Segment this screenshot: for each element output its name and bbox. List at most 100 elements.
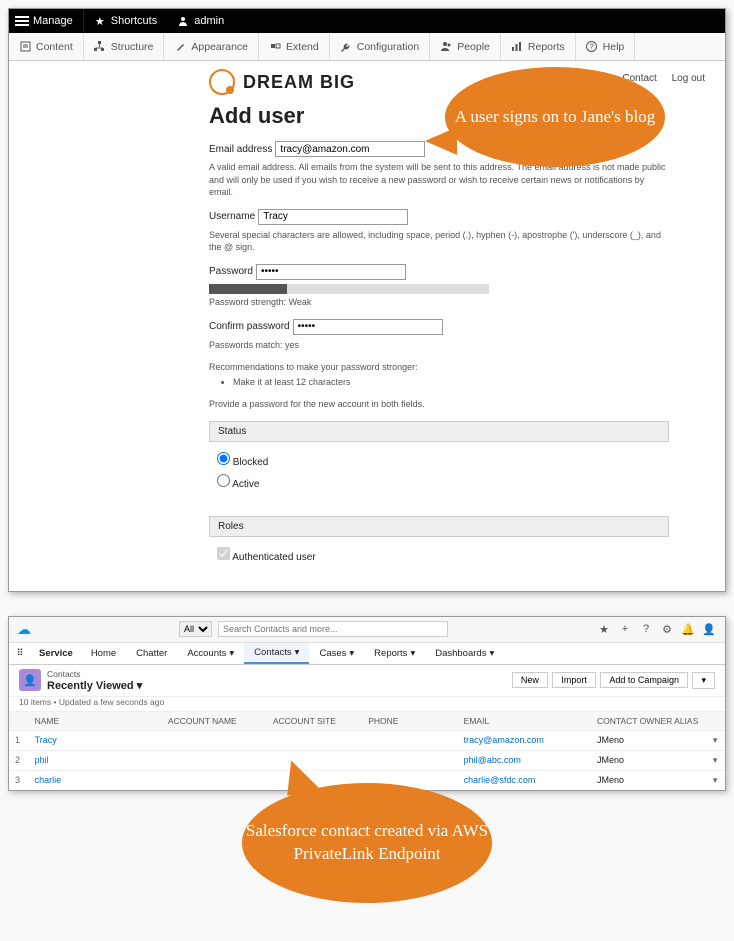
email-field[interactable]	[275, 141, 425, 157]
chevron-down-icon: ▾	[137, 680, 143, 692]
sf-top-bar: ☁ All ★ + ? ⚙ 🔔 👤	[9, 617, 725, 643]
nav-home[interactable]: Home	[81, 643, 126, 664]
config-icon	[340, 41, 352, 53]
object-label: Contacts	[47, 669, 142, 679]
structure-icon	[94, 41, 106, 53]
password-strength-bar	[209, 284, 489, 294]
list-actions: New Import Add to Campaign ▾	[510, 672, 715, 689]
star-icon: ★	[94, 15, 106, 27]
search-input[interactable]	[218, 621, 448, 637]
col-site[interactable]: ACCOUNT SITE	[267, 712, 362, 730]
manage-label: Manage	[33, 15, 73, 27]
table-header: NAME ACCOUNT NAME ACCOUNT SITE PHONE EMA…	[9, 711, 725, 730]
site-title: DREAM BIG	[243, 72, 355, 93]
chevron-down-icon: ▾	[410, 648, 415, 659]
list-meta: 10 items • Updated a few seconds ago	[9, 697, 725, 711]
username-help: Several special characters are allowed, …	[209, 229, 669, 254]
tab-appearance[interactable]: Appearance	[164, 33, 259, 60]
col-phone[interactable]: PHONE	[362, 712, 457, 730]
password-strength-text: Password strength: Weak	[209, 296, 669, 309]
nav-reports[interactable]: Reports▾	[364, 643, 425, 664]
contact-link[interactable]: Tracy	[29, 731, 162, 749]
gear-icon[interactable]: ⚙	[659, 623, 675, 636]
app-name: Service	[31, 648, 81, 659]
nav-contacts[interactable]: Contacts▾	[244, 643, 309, 664]
shortcuts-link[interactable]: ★ Shortcuts	[84, 9, 167, 33]
provide-text: Provide a password for the new account i…	[209, 398, 669, 411]
tab-content[interactable]: Content	[9, 33, 84, 60]
sf-search: All	[39, 621, 588, 637]
col-email[interactable]: EMAIL	[458, 712, 591, 730]
status-header: Status	[209, 421, 669, 442]
search-scope[interactable]: All	[179, 621, 212, 637]
nav-accounts[interactable]: Accounts▾	[177, 643, 244, 664]
drupal-admin-panel: Manage ★ Shortcuts admin Content Structu…	[8, 8, 726, 592]
more-button[interactable]: ▾	[692, 672, 715, 689]
nav-cases[interactable]: Cases▾	[309, 643, 364, 664]
role-auth-checkbox	[217, 547, 230, 560]
app-launcher-icon[interactable]: ⠿	[9, 648, 31, 659]
logo-icon	[209, 69, 235, 95]
manage-button[interactable]: Manage	[9, 9, 84, 33]
contact-link[interactable]: phil	[29, 751, 162, 769]
help-icon[interactable]: ?	[638, 623, 654, 636]
callout-bottom: Salesforce contact created via AWS Priva…	[242, 783, 492, 903]
password-row: Password	[209, 264, 669, 280]
new-button[interactable]: New	[512, 672, 548, 688]
avatar-icon[interactable]: 👤	[701, 623, 717, 636]
row-menu[interactable]: ▾	[705, 751, 725, 770]
email-link[interactable]: tracy@amazon.com	[458, 731, 591, 749]
email-link[interactable]: phil@abc.com	[458, 751, 591, 769]
callout-tail	[281, 756, 320, 795]
list-header: 👤 Contacts Recently Viewed ▾ New Import …	[9, 665, 725, 697]
logout-link[interactable]: Log out	[672, 73, 705, 84]
roles-body: Authenticated user	[209, 537, 669, 573]
user-link[interactable]: admin	[167, 9, 234, 33]
chevron-down-icon: ▾	[489, 648, 494, 659]
bell-icon[interactable]: 🔔	[680, 623, 696, 636]
callout-top: A user signs on to Jane's blog	[445, 67, 665, 167]
radio-blocked[interactable]	[217, 452, 230, 465]
chevron-down-icon: ▾	[349, 648, 354, 659]
contacts-tile-icon: 👤	[19, 669, 41, 691]
password-label: Password	[209, 266, 253, 277]
tab-structure[interactable]: Structure	[84, 33, 165, 60]
admin-toolbar: Manage ★ Shortcuts admin	[9, 9, 725, 33]
plus-icon[interactable]: +	[617, 623, 633, 636]
tab-extend[interactable]: Extend	[259, 33, 330, 60]
col-name[interactable]: NAME	[29, 712, 162, 730]
add-user-form: Add user Email address A valid email add…	[9, 97, 725, 591]
col-owner[interactable]: CONTACT OWNER ALIAS	[591, 712, 705, 730]
tab-reports[interactable]: Reports	[501, 33, 576, 60]
nav-chatter[interactable]: Chatter	[126, 643, 177, 664]
user-icon	[177, 15, 189, 27]
status-blocked[interactable]: Blocked	[217, 452, 661, 468]
import-button[interactable]: Import	[552, 672, 596, 688]
tab-people[interactable]: People	[430, 33, 501, 60]
password-field[interactable]	[256, 264, 406, 280]
list-view-name[interactable]: Recently Viewed ▾	[47, 679, 142, 692]
callout-tail	[425, 127, 457, 155]
email-label: Email address	[209, 144, 272, 155]
tab-help[interactable]: ?Help	[576, 33, 636, 60]
roles-header: Roles	[209, 516, 669, 537]
extend-icon	[269, 41, 281, 53]
radio-active[interactable]	[217, 474, 230, 487]
contact-link[interactable]: charlie	[29, 771, 162, 789]
row-menu[interactable]: ▾	[705, 731, 725, 750]
status-active[interactable]: Active	[217, 474, 661, 490]
favorite-icon[interactable]: ★	[596, 623, 612, 636]
table-row: 1 Tracy tracy@amazon.com JMeno ▾	[9, 730, 725, 750]
table-row: 2 phil phil@abc.com JMeno ▾	[9, 750, 725, 770]
username-field[interactable]	[258, 209, 408, 225]
add-to-campaign-button[interactable]: Add to Campaign	[600, 672, 688, 688]
tab-configuration[interactable]: Configuration	[330, 33, 430, 60]
col-account[interactable]: ACCOUNT NAME	[162, 712, 267, 730]
nav-dashboards[interactable]: Dashboards▾	[425, 643, 504, 664]
row-menu[interactable]: ▾	[705, 771, 725, 790]
help-icon: ?	[586, 41, 598, 53]
confirm-field[interactable]	[293, 319, 443, 335]
password-recs: Recommendations to make your password st…	[209, 361, 669, 388]
strength-fill	[209, 284, 287, 294]
email-link[interactable]: charlie@sfdc.com	[458, 771, 591, 789]
